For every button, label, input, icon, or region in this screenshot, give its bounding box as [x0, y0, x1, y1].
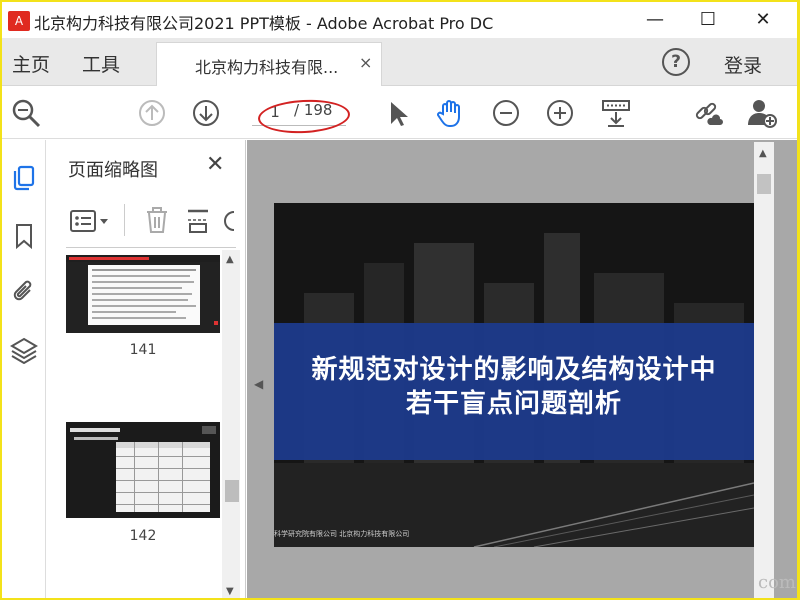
thumbnail-label-142: 142 — [129, 528, 157, 544]
scroll-up-icon[interactable]: ▲ — [226, 254, 234, 265]
previous-page-arrow-icon[interactable]: ◀ — [254, 377, 263, 391]
zoom-search-icon[interactable] — [10, 97, 42, 129]
slide-footer: 科学研究院有限公司 北京构力科技有限公司 — [274, 530, 410, 538]
document-tab-close-icon[interactable]: × — [359, 53, 372, 72]
thumb-text-block — [88, 265, 200, 325]
zoom-in-icon[interactable] — [544, 97, 576, 129]
menu-bar: 主页 工具 北京构力科技有限... × ? 登录 — [2, 38, 797, 86]
page-up-icon[interactable] — [136, 97, 168, 129]
rotate-page-icon[interactable] — [222, 208, 236, 234]
thumb-subtitle — [74, 437, 118, 440]
document-tab-label: 北京构力科技有限... — [195, 58, 339, 77]
toolbar-divider — [124, 204, 125, 236]
minimize-button[interactable]: — — [632, 6, 678, 34]
thumbnail-label-141: 141 — [129, 342, 157, 358]
maximize-button[interactable]: ☐ — [685, 6, 731, 34]
attachment-icon[interactable] — [10, 278, 38, 306]
thumb-red-title — [69, 257, 149, 260]
document-tab[interactable]: 北京构力科技有限... × — [156, 42, 382, 86]
main-toolbar: 1 / 198 — [2, 87, 797, 139]
document-scrollbar[interactable]: ▲ — [754, 142, 774, 598]
page-thumbnails-icon[interactable] — [10, 164, 38, 192]
tools-tab[interactable]: 工具 — [82, 50, 120, 77]
doc-scroll-up-icon[interactable]: ▲ — [759, 148, 767, 159]
add-user-icon[interactable] — [746, 97, 778, 129]
thumbnails-scroll-handle[interactable] — [225, 480, 239, 502]
window-title: 北京构力科技有限公司2021 PPT模板 - Adobe Acrobat Pro… — [34, 14, 494, 33]
hand-tool-icon[interactable] — [434, 97, 466, 129]
home-tab[interactable]: 主页 — [12, 50, 50, 77]
thumbnails-scrollbar[interactable]: ▲ ▼ — [222, 250, 240, 598]
page-thumbnail-142[interactable] — [66, 422, 220, 518]
acrobat-window: A 北京构力科技有限公司2021 PPT模板 - Adobe Acrobat P… — [2, 2, 797, 598]
page-thumbnail-141[interactable] — [66, 255, 220, 333]
slide-title-line2: 若干盲点问题剖析 — [405, 389, 622, 419]
select-cursor-icon[interactable] — [382, 97, 414, 129]
close-window-button[interactable]: ✕ — [740, 6, 786, 34]
document-scroll-handle[interactable] — [757, 174, 771, 194]
navigation-rail — [2, 140, 46, 598]
thumbnails-toolbar — [66, 194, 236, 248]
thumb-red-mark — [214, 321, 218, 325]
thumbnails-panel-close-icon[interactable]: ✕ — [206, 152, 224, 177]
delete-page-icon[interactable] — [144, 206, 170, 234]
thumb-logo — [202, 426, 216, 434]
page-down-icon[interactable] — [190, 97, 222, 129]
zoom-out-icon[interactable] — [490, 97, 522, 129]
thumb-table — [116, 442, 210, 512]
watermark-text: com — [758, 572, 796, 593]
share-link-icon[interactable] — [692, 97, 724, 129]
help-button[interactable]: ? — [662, 48, 690, 76]
layers-icon[interactable] — [10, 336, 38, 364]
thumb-title-bar — [70, 428, 120, 432]
scroll-down-icon[interactable]: ▼ — [226, 586, 234, 597]
bookmark-icon[interactable] — [10, 222, 38, 250]
title-bar: A 北京构力科技有限公司2021 PPT模板 - Adobe Acrobat P… — [2, 2, 797, 38]
thumbnails-panel: 页面缩略图 ✕ 141 142 ▲ ▼ — [46, 140, 246, 598]
keyboard-scroll-icon[interactable] — [600, 97, 632, 129]
login-button[interactable]: 登录 — [724, 51, 762, 78]
thumbnail-options-icon[interactable] — [70, 208, 116, 234]
extract-pages-icon[interactable] — [186, 206, 212, 234]
slide-page: 新规范对设计的影响及结构设计中 若干盲点问题剖析 科学研究院有限公司 北京构力科… — [274, 203, 754, 547]
acrobat-app-icon: A — [8, 11, 30, 31]
slide-title-line1: 新规范对设计的影响及结构设计中 — [311, 355, 717, 385]
thumbnails-panel-title: 页面缩略图 — [68, 160, 158, 181]
